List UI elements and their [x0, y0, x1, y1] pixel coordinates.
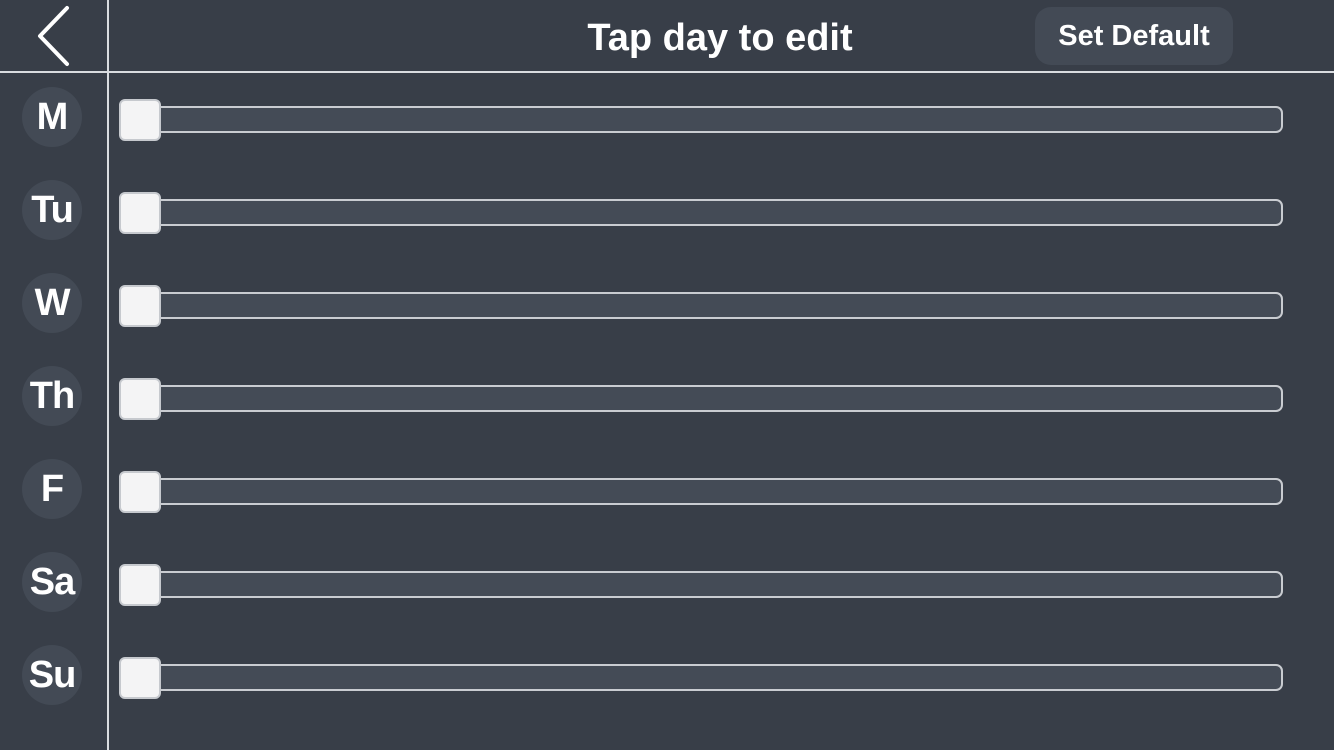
day-slider-handle-wednesday[interactable]: [119, 285, 161, 327]
day-button-wednesday[interactable]: W: [22, 273, 82, 333]
day-slider-track-friday[interactable]: [120, 478, 1283, 505]
day-row-saturday: Sa: [0, 538, 1334, 631]
day-slider-handle-tuesday[interactable]: [119, 192, 161, 234]
day-row-friday: F: [0, 445, 1334, 538]
day-button-saturday[interactable]: Sa: [22, 552, 82, 612]
day-button-tuesday[interactable]: Tu: [22, 180, 82, 240]
day-button-monday[interactable]: M: [22, 87, 82, 147]
chevron-left-icon: [34, 4, 74, 68]
day-button-thursday[interactable]: Th: [22, 366, 82, 426]
day-slider-handle-sunday[interactable]: [119, 657, 161, 699]
day-button-sunday[interactable]: Su: [22, 645, 82, 705]
day-slider-track-monday[interactable]: [120, 106, 1283, 133]
day-list: M Tu W Th F Sa Su: [0, 73, 1334, 750]
day-slider-handle-saturday[interactable]: [119, 564, 161, 606]
schedule-screen: Tap day to edit Set Default M Tu W Th F: [0, 0, 1334, 750]
day-slider-handle-monday[interactable]: [119, 99, 161, 141]
page-title: Tap day to edit: [587, 17, 853, 59]
day-row-sunday: Su: [0, 631, 1334, 724]
day-row-wednesday: W: [0, 259, 1334, 352]
day-row-thursday: Th: [0, 352, 1334, 445]
back-button[interactable]: [0, 0, 108, 71]
day-slider-track-wednesday[interactable]: [120, 292, 1283, 319]
day-button-friday[interactable]: F: [22, 459, 82, 519]
day-slider-track-sunday[interactable]: [120, 664, 1283, 691]
day-slider-track-tuesday[interactable]: [120, 199, 1283, 226]
header-bar: Tap day to edit Set Default: [0, 0, 1334, 72]
set-default-button[interactable]: Set Default: [1035, 7, 1233, 65]
day-slider-handle-thursday[interactable]: [119, 378, 161, 420]
day-row-monday: M: [0, 73, 1334, 166]
day-slider-track-saturday[interactable]: [120, 571, 1283, 598]
day-slider-track-thursday[interactable]: [120, 385, 1283, 412]
day-slider-handle-friday[interactable]: [119, 471, 161, 513]
day-row-tuesday: Tu: [0, 166, 1334, 259]
